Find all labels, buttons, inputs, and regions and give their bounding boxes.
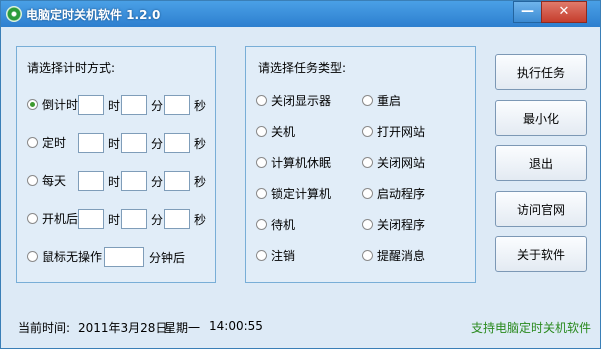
current-date: 2011年3月28日	[78, 321, 168, 335]
task-radio-shutdown[interactable]: 关机	[256, 120, 295, 142]
timing-panel-title: 请选择计时方式:	[27, 61, 116, 75]
exit-button[interactable]: 退出	[495, 145, 587, 181]
minimize-window-button[interactable]: —	[513, 1, 542, 23]
after-boot-second-input[interactable]	[164, 209, 190, 229]
mode-daily-radio[interactable]: 每天	[27, 169, 66, 191]
task-radio-start-program[interactable]: 启动程序	[362, 182, 425, 204]
minute-unit-label: 分	[151, 175, 164, 189]
radio-button-icon	[27, 136, 38, 148]
mode-mouse-idle-radio[interactable]: 鼠标无操作	[27, 245, 102, 267]
mode-label: 倒计时	[42, 97, 79, 112]
minimize-button[interactable]: 最小化	[495, 100, 587, 136]
window-title: 电脑定时关机软件 1.2.0	[26, 8, 161, 22]
title-bar: 电脑定时关机软件 1.2.0 — ✕	[1, 1, 600, 27]
minute-unit-label: 分	[151, 99, 164, 113]
task-label: 锁定计算机	[271, 186, 332, 201]
close-window-button[interactable]: ✕	[541, 1, 587, 23]
radio-button-icon	[362, 94, 373, 106]
radio-button-icon	[362, 156, 373, 168]
hour-unit-label: 时	[108, 175, 121, 189]
task-radio-turn-off-display[interactable]: 关闭显示器	[256, 89, 331, 111]
mode-countdown-radio[interactable]: 倒计时	[27, 93, 78, 115]
task-radio-lock[interactable]: 锁定计算机	[256, 182, 331, 204]
task-label: 关闭程序	[377, 217, 426, 232]
mode-label: 开机后	[42, 211, 79, 226]
execute-task-button[interactable]: 执行任务	[495, 54, 587, 90]
second-unit-label: 秒	[194, 99, 207, 113]
task-radio-restart[interactable]: 重启	[362, 89, 401, 111]
support-link[interactable]: 支持电脑定时关机软件	[471, 319, 591, 336]
task-label: 打开网站	[377, 124, 426, 139]
task-label: 启动程序	[377, 186, 426, 201]
task-label: 计算机休眠	[271, 155, 332, 170]
radio-button-icon	[256, 94, 267, 106]
task-label: 关机	[271, 124, 296, 139]
radio-button-icon	[27, 98, 38, 110]
radio-button-icon	[362, 218, 373, 230]
countdown-hour-input[interactable]	[78, 95, 104, 115]
task-label: 重启	[377, 93, 402, 108]
app-window: 电脑定时关机软件 1.2.0 — ✕ 请选择计时方式: 倒计时 时 分 秒 定时…	[0, 0, 601, 349]
hour-unit-label: 时	[108, 99, 121, 113]
countdown-second-input[interactable]	[164, 95, 190, 115]
mode-label: 每天	[42, 173, 67, 188]
minute-unit-label: 分	[151, 213, 164, 227]
task-radio-close-website[interactable]: 关闭网站	[362, 151, 425, 173]
radio-button-icon	[256, 187, 267, 199]
current-time-label: 当前时间:	[18, 321, 71, 335]
daily-second-input[interactable]	[164, 171, 190, 191]
radio-button-icon	[256, 249, 267, 261]
task-radio-standby[interactable]: 待机	[256, 213, 295, 235]
radio-button-icon	[256, 156, 267, 168]
task-radio-hibernate[interactable]: 计算机休眠	[256, 151, 331, 173]
second-unit-label: 秒	[194, 175, 207, 189]
mode-after-boot-radio[interactable]: 开机后	[27, 207, 78, 229]
scheduled-hour-input[interactable]	[78, 133, 104, 153]
task-radio-reminder[interactable]: 提醒消息	[362, 244, 425, 266]
scheduled-minute-input[interactable]	[121, 133, 147, 153]
current-clock: 14:00:55	[209, 319, 263, 333]
radio-button-icon	[362, 249, 373, 261]
radio-button-icon	[362, 125, 373, 137]
radio-button-icon	[27, 174, 38, 186]
daily-hour-input[interactable]	[78, 171, 104, 191]
task-radio-close-program[interactable]: 关闭程序	[362, 213, 425, 235]
task-label: 提醒消息	[377, 248, 426, 263]
minute-unit-label: 分	[151, 137, 164, 151]
radio-button-icon	[27, 212, 38, 224]
task-radio-logoff[interactable]: 注销	[256, 244, 295, 266]
scheduled-second-input[interactable]	[164, 133, 190, 153]
daily-minute-input[interactable]	[121, 171, 147, 191]
radio-button-icon	[256, 125, 267, 137]
mode-label: 定时	[42, 135, 67, 150]
task-label: 注销	[271, 248, 296, 263]
hour-unit-label: 时	[108, 213, 121, 227]
radio-button-icon	[256, 218, 267, 230]
mode-scheduled-radio[interactable]: 定时	[27, 131, 66, 153]
after-boot-minute-input[interactable]	[121, 209, 147, 229]
second-unit-label: 秒	[194, 137, 207, 151]
hour-unit-label: 时	[108, 137, 121, 151]
task-radio-open-website[interactable]: 打开网站	[362, 120, 425, 142]
second-unit-label: 秒	[194, 213, 207, 227]
radio-button-icon	[27, 250, 38, 262]
task-type-panel: 请选择任务类型: 关闭显示器 关机 计算机休眠 锁定计算机 待机 注销 重启 打…	[245, 46, 476, 283]
visit-website-button[interactable]: 访问官网	[495, 191, 587, 227]
radio-button-icon	[362, 187, 373, 199]
countdown-minute-input[interactable]	[121, 95, 147, 115]
about-button[interactable]: 关于软件	[495, 236, 587, 272]
mode-label: 鼠标无操作	[42, 249, 103, 264]
task-label: 关闭显示器	[271, 93, 332, 108]
task-label: 待机	[271, 217, 296, 232]
app-logo-icon	[6, 6, 22, 22]
task-panel-title: 请选择任务类型:	[258, 61, 347, 75]
idle-minutes-input[interactable]	[104, 247, 144, 267]
after-boot-hour-input[interactable]	[78, 209, 104, 229]
current-weekday: 星期一	[164, 321, 201, 335]
idle-unit-label: 分钟后	[149, 251, 186, 265]
timing-mode-panel: 请选择计时方式: 倒计时 时 分 秒 定时 时 分 秒 每天 时 分 秒 开机后…	[16, 46, 216, 283]
task-label: 关闭网站	[377, 155, 426, 170]
